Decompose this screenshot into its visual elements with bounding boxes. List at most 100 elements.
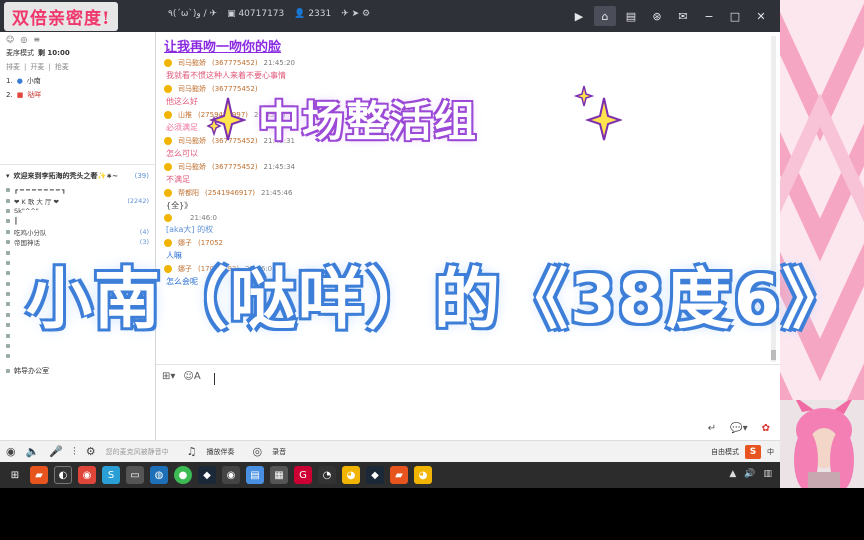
start-icon[interactable]: ⊞ xyxy=(6,466,24,484)
mic-queue-item[interactable]: 2. ■ 哒咩 xyxy=(0,88,155,102)
yy-icon[interactable]: ◕ xyxy=(414,466,432,484)
emoji-icon[interactable]: ☺A xyxy=(183,371,200,382)
mode-select[interactable]: 自由模式 xyxy=(711,447,739,457)
chat-input[interactable]: ⊞▾ ☺A ↵ 💬▾ ✿ xyxy=(156,364,780,440)
equalizer-icon[interactable]: ⫶ xyxy=(73,445,76,459)
channel-footer[interactable]: 韩导办公室 xyxy=(0,364,155,378)
channel-tree-item[interactable]: ┃ xyxy=(6,216,149,226)
queue-index: 1. xyxy=(6,77,13,85)
message-time: 21:46:0 xyxy=(190,214,217,222)
sender-id: (367775452) xyxy=(212,59,258,67)
app-icon[interactable]: ▰ xyxy=(30,466,48,484)
chrome-icon[interactable]: ● xyxy=(174,466,192,484)
channel-tree-item[interactable] xyxy=(6,351,149,361)
sender-name[interactable]: 帮都阳 xyxy=(178,188,199,198)
sender-name[interactable]: 山推 xyxy=(178,110,192,120)
overlay-subtitle: 小南（哒咩）的《38度6》 xyxy=(26,261,850,338)
speaker-icon[interactable]: 🔈 xyxy=(26,445,40,458)
app-icon[interactable]: ▰ xyxy=(390,466,408,484)
sogou-ime-icon[interactable]: S xyxy=(745,445,761,459)
sender-id: (367775452) xyxy=(212,163,258,171)
app-icon[interactable]: ▦ xyxy=(270,466,288,484)
sender-name[interactable]: 司马懿娇 xyxy=(178,84,206,94)
ime-label[interactable]: 中 xyxy=(767,447,774,457)
collapse-icon[interactable]: ▾ xyxy=(6,172,10,180)
sparkle-icon xyxy=(206,97,246,141)
channel-tree-item[interactable] xyxy=(6,341,149,351)
mic-action-grab[interactable]: 抢麦 xyxy=(55,62,69,72)
queue-name: 小南 xyxy=(26,77,41,85)
avatar[interactable]: ◉ xyxy=(6,445,16,458)
music-icon[interactable]: ♫ xyxy=(187,445,197,458)
streamer-figure xyxy=(780,400,864,488)
channel-dot xyxy=(6,323,10,328)
channel-tree-item[interactable]: Sk"^^" xyxy=(6,206,149,216)
message-text: [aka大] 的权 xyxy=(166,225,214,234)
flower-icon[interactable]: ✿ xyxy=(762,423,770,434)
record-label[interactable]: 录音 xyxy=(272,447,286,457)
steam-icon[interactable]: ◆ xyxy=(366,466,384,484)
message-text: 怎么可以 xyxy=(166,149,198,158)
weibo-icon[interactable]: ◉ xyxy=(78,466,96,484)
play-music-label[interactable]: 播放伴奏 xyxy=(207,447,235,457)
sender-name[interactable]: 司马懿娇 xyxy=(178,162,206,172)
message-text: 不满足 xyxy=(166,175,190,184)
record-icon[interactable]: ◎ xyxy=(253,445,263,458)
channel-title-row[interactable]: ▾ 欢迎来到李拓海的秃头之奢✨∗~ (39) xyxy=(0,169,155,183)
contacts-icon[interactable]: ☺ xyxy=(6,35,14,44)
tray-expand-icon[interactable]: ▲ xyxy=(729,469,736,479)
channel-footer-label: 韩导办公室 xyxy=(14,366,49,375)
app-icon[interactable]: S xyxy=(102,466,120,484)
channel-tree-item[interactable]: ❤ K 歌 大 厅 ❤ (2242) xyxy=(6,195,149,206)
text-caret xyxy=(214,373,215,385)
app-icon[interactable]: ◍ xyxy=(150,466,168,484)
scrollbar-thumb[interactable] xyxy=(771,350,776,360)
mic-hint: 您的麦克风被静音中 xyxy=(105,447,169,456)
app-icon[interactable]: G xyxy=(294,466,312,484)
mail-icon[interactable]: ✉ xyxy=(672,6,694,26)
app-icon[interactable]: ▭ xyxy=(126,466,144,484)
microphone-icon[interactable]: 🎤 xyxy=(49,445,63,458)
enter-icon[interactable]: ↵ xyxy=(708,423,716,434)
app-icon[interactable]: ◐ xyxy=(54,466,72,484)
vip-badge-icon xyxy=(164,111,172,119)
settings-icon[interactable]: ⚙ xyxy=(86,445,96,458)
close-icon[interactable]: ✕ xyxy=(750,6,772,26)
app-icon[interactable]: ◉ xyxy=(222,466,240,484)
network-icon[interactable]: ▥ xyxy=(763,469,772,479)
volume-icon[interactable]: 🔊 xyxy=(744,469,755,479)
channel-tree-label: ❤ K 歌 大 厅 ❤ xyxy=(14,197,59,206)
news-icon[interactable]: ▤ xyxy=(620,6,642,26)
minimize-icon[interactable]: − xyxy=(698,6,720,26)
mic-action-open[interactable]: 开麦 xyxy=(30,62,44,72)
mic-queue-item[interactable]: 1. ● 小南 xyxy=(0,74,155,88)
gamepad-icon[interactable]: ⊛ xyxy=(646,6,668,26)
channel-dot xyxy=(6,271,10,276)
gamepad-icon[interactable]: ⊞▾ xyxy=(162,371,175,382)
sender-name[interactable]: 司马懿娇 xyxy=(178,136,206,146)
maximize-icon[interactable]: □ xyxy=(724,6,746,26)
location-icon[interactable]: ◎ xyxy=(20,35,27,44)
comment-icon[interactable]: 💬▾ xyxy=(730,423,747,434)
channel-tree-count: (4) xyxy=(139,227,149,236)
app-icon[interactable]: ◔ xyxy=(318,466,336,484)
channel-tree-count: (3) xyxy=(139,238,149,247)
chat-message: 21:46:0 [aka大] 的权 xyxy=(164,214,764,235)
room-id-value: 40717173 xyxy=(238,9,285,19)
list-icon[interactable]: ≡ xyxy=(33,35,40,44)
sidebar-toolbar: ☺ ◎ ≡ xyxy=(0,32,155,46)
home-icon[interactable]: ⌂ xyxy=(594,6,616,26)
video-icon[interactable]: ▶ xyxy=(568,6,590,26)
message-text: {全}》 xyxy=(166,201,193,210)
yy-icon[interactable]: ◕ xyxy=(342,466,360,484)
channel-tree-item[interactable]: 吃鸡小分队 (4) xyxy=(6,227,149,237)
kaomoji-text: ٩(ˊωˋ)و / ✈ xyxy=(168,9,218,19)
sender-name[interactable]: 司马懿娇 xyxy=(178,58,206,68)
channel-tree-item[interactable]: ┏ ━ ━ ━ ━ ━ ━ ━ ┓ xyxy=(6,185,149,195)
chat-message: 司马懿娇 (367775452) 21:45:20 我就看不惯这种人来着不要心事情 xyxy=(164,58,764,81)
mic-action-join[interactable]: 排麦 xyxy=(6,62,20,72)
steam-icon[interactable]: ◆ xyxy=(198,466,216,484)
sparkle-icon xyxy=(573,85,622,141)
mic-actions: 排麦 | 开麦 | 抢麦 xyxy=(6,62,69,72)
app-icon[interactable]: ▤ xyxy=(246,466,264,484)
